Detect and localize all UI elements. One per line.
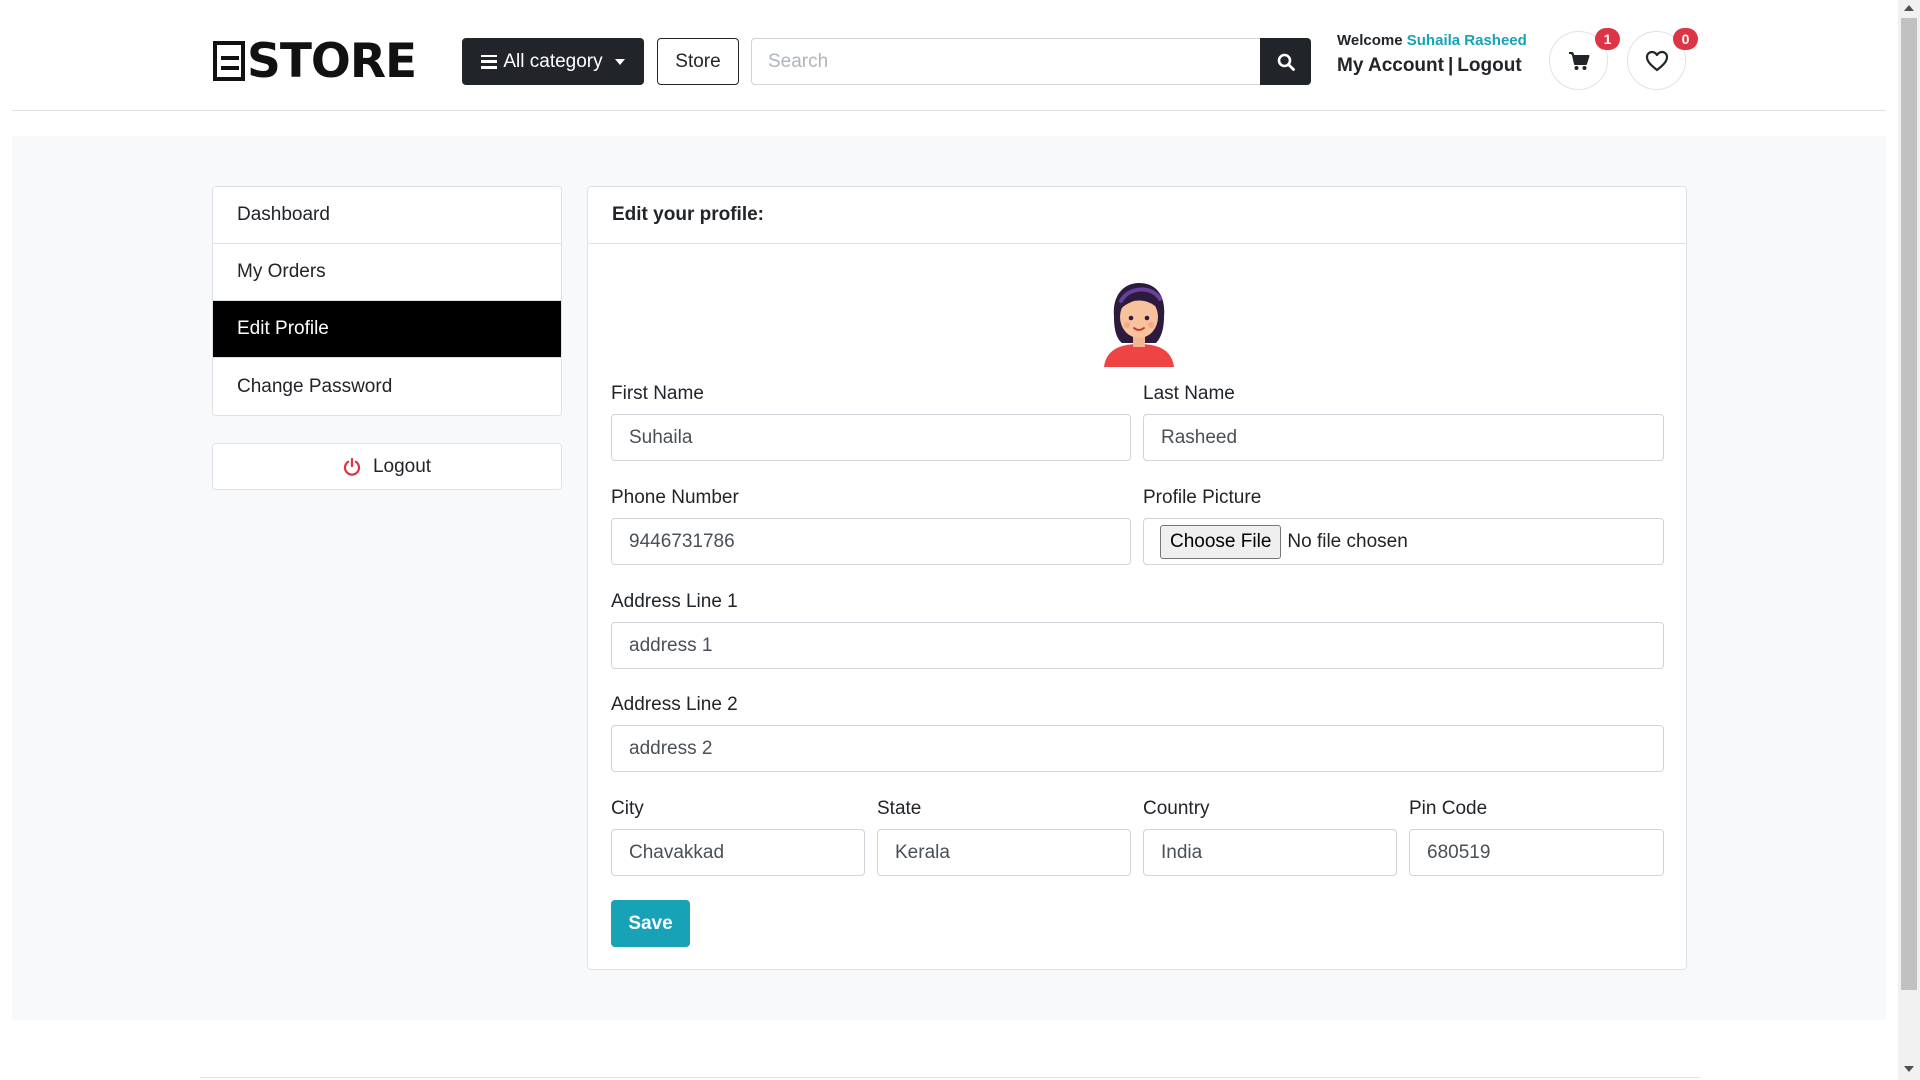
profile-picture-field: Choose File No file chosen — [1143, 518, 1664, 565]
sidebar-item-edit-profile[interactable]: Edit Profile — [213, 301, 561, 358]
file-status-text: No file chosen — [1287, 530, 1408, 552]
last-name-field[interactable]: Rasheed — [1143, 414, 1664, 461]
header-divider — [12, 110, 1886, 111]
edit-profile-card: Edit your profile: First Name Suhaila La… — [587, 186, 1687, 970]
caret-down-icon — [614, 58, 625, 65]
category-label: All category — [503, 50, 603, 72]
my-account-link[interactable]: My Account — [1337, 55, 1444, 76]
logo-text: STORE — [247, 33, 417, 89]
pin-code-field[interactable]: 680519 — [1409, 829, 1664, 876]
cart-count-badge: 1 — [1595, 28, 1620, 50]
page-scrollbar[interactable] — [1898, 0, 1920, 1080]
country-label: Country — [1143, 798, 1210, 819]
country-field[interactable]: India — [1143, 829, 1397, 876]
card-title: Edit your profile: — [588, 187, 1686, 244]
wishlist-count-badge: 0 — [1673, 28, 1698, 50]
phone-number-label: Phone Number — [611, 487, 739, 508]
city-field[interactable]: Chavakkad — [611, 829, 865, 876]
choose-file-button[interactable]: Choose File — [1160, 524, 1282, 559]
welcome-text: Welcome Suhaila Rasheed — [1337, 32, 1527, 49]
search-button[interactable] — [1260, 38, 1311, 85]
hamburger-icon — [481, 54, 498, 69]
cart-icon — [1568, 51, 1589, 70]
profile-picture-label: Profile Picture — [1143, 487, 1262, 508]
store-logo[interactable]: STORE — [213, 33, 417, 89]
power-icon — [343, 457, 361, 476]
phone-number-field[interactable]: 9446731786 — [611, 518, 1131, 565]
sidebar-item-dashboard[interactable]: Dashboard — [213, 187, 561, 244]
link-separator: | — [1447, 55, 1454, 76]
store-button[interactable]: Store — [657, 38, 739, 85]
welcome-prefix: Welcome — [1337, 32, 1403, 49]
address-line-1-field[interactable]: address 1 — [611, 622, 1664, 669]
scroll-up-arrow-icon[interactable] — [1904, 5, 1914, 11]
state-field[interactable]: Kerala — [877, 829, 1131, 876]
site-header: STORE All category Store Welcome Suhaila… — [0, 0, 1898, 110]
first-name-field[interactable]: Suhaila — [611, 414, 1131, 461]
save-button[interactable]: Save — [611, 900, 690, 947]
search-icon — [1277, 53, 1295, 71]
pin-code-label: Pin Code — [1409, 798, 1488, 819]
heart-icon — [1645, 50, 1668, 71]
profile-avatar — [1104, 283, 1174, 367]
search-bar — [751, 38, 1311, 85]
account-sidebar: Dashboard My Orders Edit Profile Change … — [212, 186, 562, 416]
user-name: Suhaila Rasheed — [1406, 32, 1527, 49]
first-name-label: First Name — [611, 383, 704, 404]
header-logout-link[interactable]: Logout — [1457, 55, 1521, 76]
address-line-2-label: Address Line 2 — [611, 694, 738, 715]
footer-divider — [200, 1077, 1700, 1078]
scroll-down-arrow-icon[interactable] — [1904, 1066, 1914, 1072]
all-category-button[interactable]: All category — [462, 38, 644, 85]
account-links: My Account | Logout — [1337, 55, 1522, 77]
scrollbar-thumb[interactable] — [1901, 18, 1917, 990]
logo-e-mark — [213, 41, 245, 81]
address-line-2-field[interactable]: address 2 — [611, 725, 1664, 772]
sidebar-item-change-password[interactable]: Change Password — [213, 358, 561, 415]
sidebar-item-my-orders[interactable]: My Orders — [213, 244, 561, 301]
address-line-1-label: Address Line 1 — [611, 591, 738, 612]
sidebar-logout-button[interactable]: Logout — [212, 443, 562, 490]
city-label: City — [611, 798, 644, 819]
state-label: State — [877, 798, 922, 819]
last-name-label: Last Name — [1143, 383, 1235, 404]
sidebar-logout-label: Logout — [372, 455, 432, 477]
search-input[interactable] — [751, 38, 1260, 85]
